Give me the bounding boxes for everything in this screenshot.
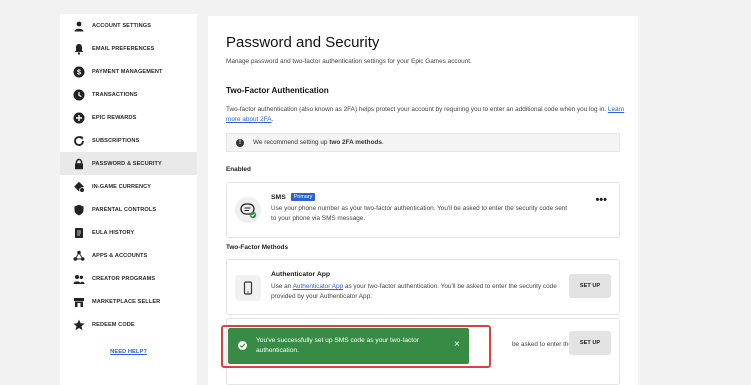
info-icon: ! [236,138,244,147]
person-icon [72,19,85,32]
check-circle-icon [238,341,247,350]
sidebar-item-transactions[interactable]: TRANSACTIONS [60,83,197,106]
store-icon [72,295,85,308]
sidebar-item-label: ACCOUNT SETTINGS [92,22,152,29]
page-title: Password and Security [226,34,380,51]
sidebar-item-label: TRANSACTIONS [92,91,138,98]
sidebar-item-creator-programs[interactable]: CREATOR PROGRAMS [60,267,197,290]
tfa-description: Two-factor authentication (also known as… [226,105,626,125]
sidebar-item-label: CREATOR PROGRAMS [92,275,156,282]
sidebar-item-marketplace-seller[interactable]: MARKETPLACE SELLER [60,290,197,313]
sidebar-item-label: MARKETPLACE SELLER [92,298,161,305]
page-subtitle: Manage password and two-factor authentic… [226,58,472,65]
sms-title-text: SMS [271,193,286,201]
toast-message: You've successfully set up SMS code as y… [256,337,420,354]
primary-badge: Primary [290,193,316,201]
sidebar: ACCOUNT SETTINGS EMAIL PREFERENCES $ PAY… [60,14,197,385]
sidebar-item-redeem-code[interactable]: REDEEM CODE [60,313,197,336]
sidebar-item-payment-management[interactable]: $ PAYMENT MANAGEMENT [60,60,197,83]
authenticator-app-card: Authenticator App Use an Authenticator A… [226,259,620,315]
bell-icon [72,42,85,55]
coins-icon [72,180,85,193]
sidebar-item-label: EMAIL PREFERENCES [92,45,155,52]
sidebar-item-label: REDEEM CODE [92,321,135,328]
recommendation-suffix: . [381,139,384,146]
toast-close-button[interactable]: × [454,340,460,350]
sidebar-item-in-game-currency[interactable]: IN-GAME CURRENCY [60,175,197,198]
refresh-icon [72,134,85,147]
recommendation-prefix: We recommend setting up [253,139,330,146]
sms-more-options-button[interactable]: ••• [595,195,607,206]
sidebar-item-label: PARENTAL CONTROLS [92,206,157,213]
sms-icon [235,197,261,223]
sidebar-item-subscriptions[interactable]: SUBSCRIPTIONS [60,129,197,152]
methods-label: Two-Factor Methods [226,244,289,251]
sidebar-item-label: EPIC REWARDS [92,114,137,121]
lock-icon [72,157,85,170]
people-icon [72,272,85,285]
sidebar-item-label: SUBSCRIPTIONS [92,137,140,144]
enabled-label: Enabled [226,166,251,173]
sidebar-item-label: PASSWORD & SECURITY [92,160,162,167]
email-method-partial-description: be asked to enter the [512,341,573,348]
tfa-description-text: Two-factor authentication (also known as… [226,106,607,113]
sidebar-item-epic-rewards[interactable]: EPIC REWARDS [60,106,197,129]
recommendation-bold: two 2FA methods [329,139,382,146]
apps-icon [72,249,85,262]
sms-description: Use your phone number as your two-factor… [271,205,568,222]
authenticator-app-link[interactable]: Authenticator App [293,283,343,290]
sms-title: SMS Primary [271,193,316,201]
sidebar-item-label: PAYMENT MANAGEMENT [92,68,163,75]
need-help-link[interactable]: NEED HELP? [60,349,197,355]
authenticator-app-description: Use an Authenticator App as your two-fac… [271,282,581,302]
star-icon [72,318,85,331]
sidebar-item-parental-controls[interactable]: PARENTAL CONTROLS [60,198,197,221]
clock-icon [72,88,85,101]
tfa-section-title: Two-Factor Authentication [226,86,329,95]
sidebar-item-eula-history[interactable]: EULA HISTORY [60,221,197,244]
auth-desc-prefix: Use an [271,283,293,290]
sidebar-item-label: APPS & ACCOUNTS [92,252,148,259]
tfa-link-period: . [271,116,274,123]
phone-icon [235,275,261,301]
sms-method-card: SMS Primary Use your phone number as you… [226,182,620,238]
sidebar-item-password-security[interactable]: PASSWORD & SECURITY [60,152,197,175]
email-setup-button[interactable]: SET UP [569,331,611,355]
document-icon [72,226,85,239]
sidebar-item-account-settings[interactable]: ACCOUNT SETTINGS [60,14,197,37]
authenticator-setup-button[interactable]: SET UP [569,274,611,298]
sidebar-item-apps-accounts[interactable]: APPS & ACCOUNTS [60,244,197,267]
shield-icon [72,203,85,216]
authenticator-app-title: Authenticator App [271,271,331,278]
sidebar-item-email-preferences[interactable]: EMAIL PREFERENCES [60,37,197,60]
dollar-icon: $ [72,65,85,78]
sidebar-item-label: IN-GAME CURRENCY [92,183,152,190]
recommendation-banner: ! We recommend setting up two 2FA method… [226,133,620,152]
plus-circle-icon [72,111,85,124]
success-toast: You've successfully set up SMS code as y… [228,328,469,364]
recommendation-text: We recommend setting up two 2FA methods. [253,139,384,146]
sidebar-item-label: EULA HISTORY [92,229,135,236]
